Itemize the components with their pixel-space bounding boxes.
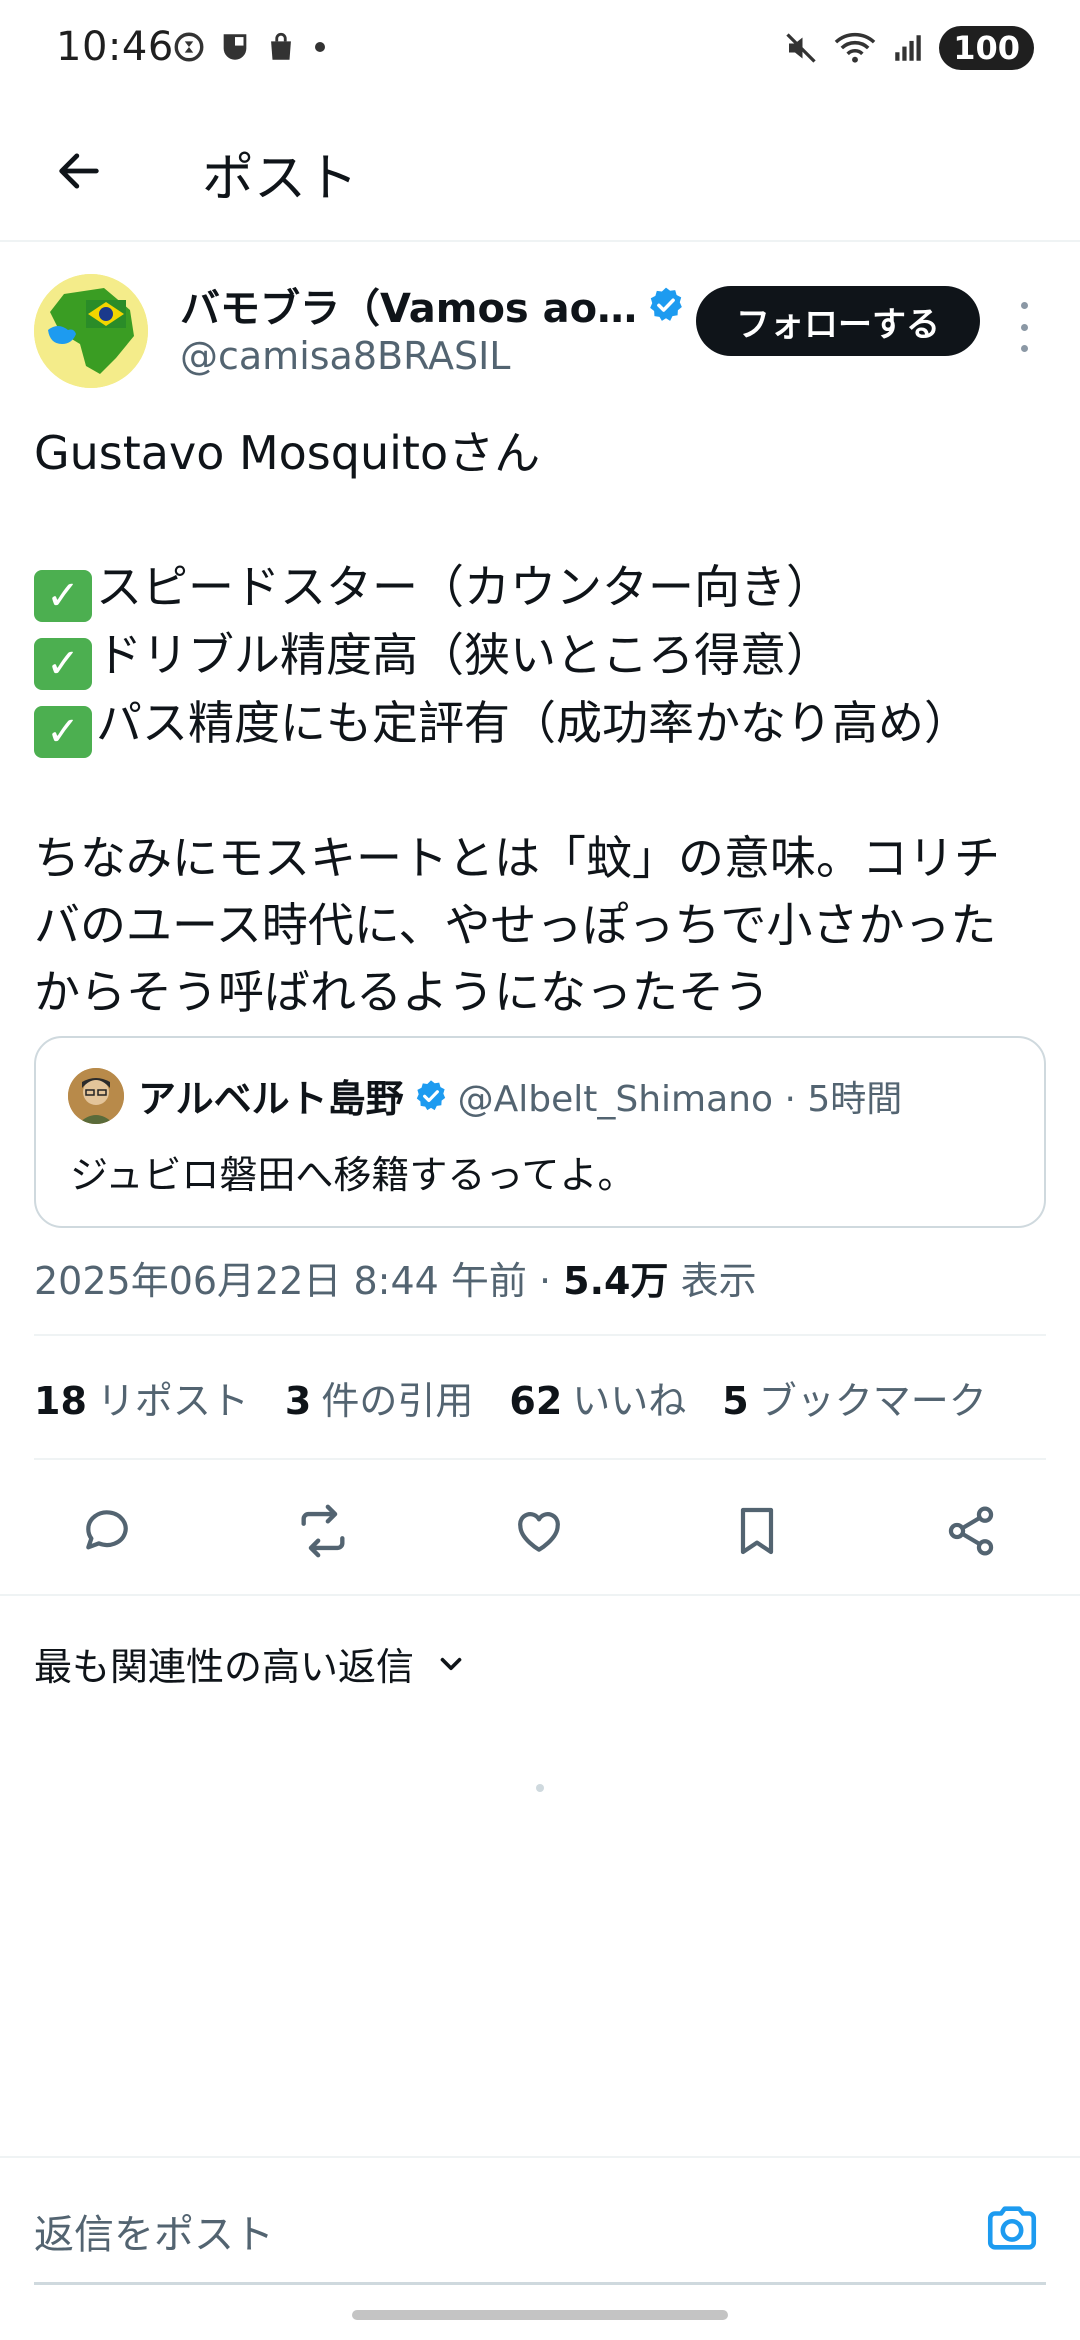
post-header: バモブラ（Vamos ao… @camisa8BRASIL フォローする — [0, 262, 1080, 402]
post-paragraph-line: からそう呼ばれるようになったそう — [34, 965, 770, 1019]
share-icon — [948, 1506, 994, 1556]
more-dot — [1020, 302, 1028, 309]
post-actions — [0, 1478, 1080, 1578]
page-title: ポスト — [202, 149, 359, 209]
verified-badge-icon — [416, 1079, 445, 1110]
verified-badge-icon — [650, 287, 682, 321]
repost-count-stat[interactable]: 18 リポスト — [34, 1370, 249, 1425]
reply-button[interactable] — [72, 1496, 142, 1566]
divider — [0, 1594, 1080, 1596]
more-dot — [1020, 345, 1028, 352]
bookmark-button[interactable] — [722, 1496, 792, 1566]
shield-app-icon — [223, 34, 247, 60]
reply-sort-label: 最も関連性の高い返信 — [34, 1645, 415, 1689]
more-options-button[interactable] — [1004, 302, 1044, 352]
follow-button[interactable]: フォローする — [696, 286, 980, 356]
reply-icon — [86, 1510, 128, 1550]
camera-icon — [987, 2206, 1037, 2250]
mute-icon — [786, 33, 816, 63]
bookmark-count-stat[interactable]: 5 ブックマーク — [722, 1370, 986, 1425]
chevron-down-icon — [440, 1657, 462, 1670]
reply-sort-dropdown[interactable]: 最も関連性の高い返信 — [34, 1636, 468, 1691]
post-line: Gustavo Mosquitoさん — [34, 426, 541, 480]
divider — [34, 1334, 1046, 1336]
author-avatar[interactable] — [34, 274, 148, 388]
heart-icon — [518, 1512, 560, 1552]
check-mark-icon: ✓ — [34, 570, 92, 622]
wifi-icon — [834, 32, 876, 63]
post-checklist-item: ✓ パス精度にも定評有（成功率かなり高め） — [34, 690, 1054, 758]
signal-icon — [895, 35, 921, 61]
quoted-avatar-image — [68, 1068, 124, 1124]
views-label: 表示 — [668, 1259, 757, 1303]
post-text: Gustavo Mosquitoさん ✓ スピードスター（カウンター向き） ✓ ドリ… — [34, 420, 1054, 1026]
like-count-stat[interactable]: 62 いいね — [509, 1370, 686, 1425]
display-name-row: バモブラ（Vamos ao… — [180, 276, 685, 334]
reply-input-underline — [34, 2282, 1046, 2285]
quoted-author-avatar — [68, 1068, 124, 1124]
quoted-post-header: アルベルト島野 @Albelt_Shimano · 5時間 — [138, 1068, 902, 1123]
more-dot — [1020, 323, 1028, 331]
author-handle[interactable]: @camisa8BRASIL — [180, 334, 510, 378]
arrow-left-icon — [59, 153, 99, 189]
check-mark-icon: ✓ — [34, 706, 92, 758]
repost-icon — [301, 1504, 345, 1558]
author-display-name[interactable]: バモブラ（Vamos ao… — [180, 276, 637, 334]
battery-indicator: 100 — [939, 26, 1034, 70]
camera-button[interactable] — [982, 2198, 1042, 2258]
quoted-post-text: ジュビロ磐田へ移籍するってよ。 — [70, 1153, 636, 1197]
shopping-bag-icon — [271, 32, 291, 60]
post-checklist-item: ✓ ドリブル精度高（狭いところ得意） — [34, 622, 1054, 690]
divider — [34, 1458, 1046, 1460]
home-indicator[interactable] — [352, 2310, 728, 2320]
avatar-image — [34, 274, 148, 388]
like-button[interactable] — [504, 1496, 574, 1566]
loading-indicator — [536, 1784, 544, 1792]
bookmark-icon — [740, 1507, 774, 1555]
notification-dot-icon — [315, 42, 325, 52]
check-mark-icon: ✓ — [34, 638, 92, 690]
status-notification-icons — [172, 30, 330, 64]
post-timestamp: 2025年06月22日 8:44 午前 · 5.4万 表示 — [34, 1250, 757, 1305]
timestamp-text: 2025年06月22日 8:44 午前 · — [34, 1259, 564, 1303]
share-button[interactable] — [936, 1496, 1006, 1566]
quoted-post-card[interactable]: アルベルト島野 @Albelt_Shimano · 5時間 ジュビロ磐田へ移籍す… — [34, 1036, 1046, 1228]
status-system-icons: 100 — [783, 26, 1034, 70]
post-paragraph-line: バのユース時代に、やせっぽっちで小さかった — [34, 898, 997, 952]
quote-count-stat[interactable]: 3 件の引用 — [285, 1370, 473, 1425]
repost-button[interactable] — [288, 1496, 358, 1566]
views-count: 5.4万 — [563, 1259, 669, 1303]
quoted-post-meta: @Albelt_Shimano · 5時間 — [457, 1078, 903, 1120]
reply-composer-bar: 返信をポスト — [0, 2156, 1080, 2286]
post-paragraph-line: ちなみにモスキートとは「蚊」の意味。コリチ — [34, 831, 1000, 885]
back-button[interactable] — [44, 136, 114, 206]
status-time: 10:46 — [56, 24, 174, 70]
app-bar: ポスト — [0, 100, 1080, 242]
engagement-stats: 18 リポスト 3 件の引用 62 いいね 5 ブックマーク — [34, 1370, 987, 1425]
status-bar: 10:46 100 — [0, 0, 1080, 100]
post-checklist-item: ✓ スピードスター（カウンター向き） — [34, 554, 1054, 622]
quoted-author-name: アルベルト島野 — [138, 1077, 404, 1121]
reply-input[interactable]: 返信をポスト — [34, 2202, 274, 2260]
timer-icon — [174, 32, 204, 62]
